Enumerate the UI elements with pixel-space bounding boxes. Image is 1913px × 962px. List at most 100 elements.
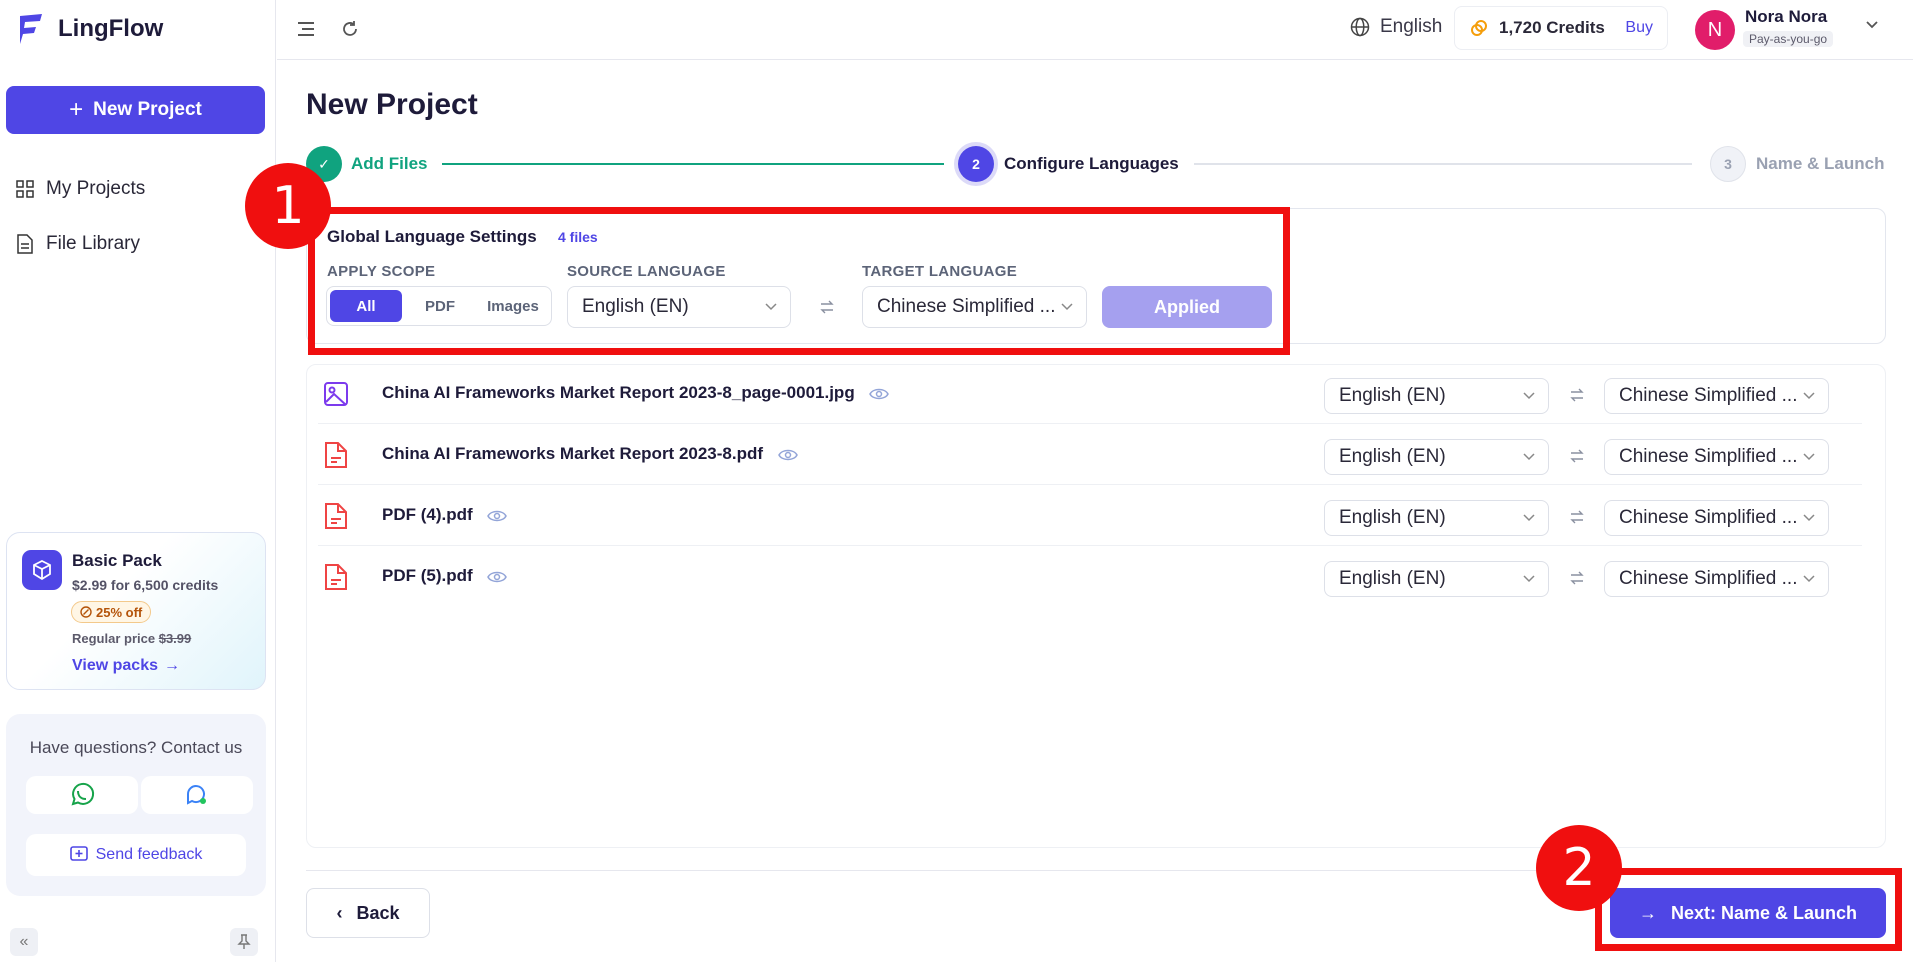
step-3-circle: 3: [1710, 146, 1746, 182]
new-project-button[interactable]: + New Project: [6, 86, 265, 134]
file-name-text: China AI Frameworks Market Report 2023-8…: [382, 383, 855, 402]
promo-title: Basic Pack: [72, 551, 162, 570]
user-plan-badge: Pay-as-you-go: [1743, 31, 1834, 47]
globe-icon: [1350, 17, 1370, 37]
source-language-value: English (EN): [1339, 446, 1446, 467]
source-language-select[interactable]: English (EN): [1324, 378, 1549, 414]
send-feedback-label: Send feedback: [95, 846, 203, 863]
language-selector[interactable]: English: [1350, 16, 1442, 38]
avatar[interactable]: N: [1695, 10, 1735, 50]
pdf-file-icon: [322, 563, 350, 591]
view-packs-label: View packs: [72, 657, 158, 674]
swap-languages-icon[interactable]: [1568, 569, 1586, 587]
regular-price-label: Regular price: [72, 631, 156, 646]
regular-price: Regular price $3.99: [72, 631, 191, 646]
file-name-text: China AI Frameworks Market Report 2023-8…: [382, 444, 764, 463]
annotation-box-1: [308, 207, 1290, 355]
promo-card: Basic Pack $2.99 for 6,500 credits 25% o…: [6, 532, 266, 690]
swap-languages-icon[interactable]: [1568, 386, 1586, 404]
back-button[interactable]: ‹ Back: [306, 888, 430, 938]
chat-button[interactable]: [141, 776, 253, 814]
view-packs-link[interactable]: View packs →: [72, 657, 180, 675]
file-row: PDF (5).pdf English (EN) Chinese Simplif…: [318, 547, 1862, 607]
eye-icon[interactable]: [869, 387, 890, 401]
target-language-value: Chinese Simplified ...: [1619, 568, 1798, 589]
annotation-marker-1: 1: [245, 163, 331, 249]
pin-sidebar-button[interactable]: [230, 928, 258, 956]
collapse-sidebar-button[interactable]: «: [10, 928, 38, 956]
step-2-circle: 2: [958, 146, 994, 182]
swap-languages-icon[interactable]: [1568, 508, 1586, 526]
chevron-down-icon: [1523, 575, 1535, 583]
credits-widget: 1,720 Credits Buy: [1454, 6, 1668, 50]
target-language-select[interactable]: Chinese Simplified ...: [1604, 439, 1829, 475]
chevron-left-icon: ‹: [336, 902, 343, 923]
step-connector-done: [442, 163, 944, 165]
plus-icon: +: [69, 96, 84, 123]
chevron-down-icon: [1803, 453, 1815, 461]
chevron-down-icon: [1803, 575, 1815, 583]
app-logo[interactable]: LingFlow: [16, 12, 163, 46]
source-language-select[interactable]: English (EN): [1324, 500, 1549, 536]
file-name-text: PDF (5).pdf: [382, 566, 473, 585]
file-name: China AI Frameworks Market Report 2023-8…: [382, 444, 798, 464]
file-row: PDF (4).pdf English (EN) Chinese Simplif…: [318, 486, 1862, 546]
whatsapp-icon: [71, 782, 95, 806]
swap-languages-icon[interactable]: [1568, 447, 1586, 465]
feedback-icon: [69, 846, 88, 861]
top-header: English 1,720 Credits Buy N Nora Nora Pa…: [277, 0, 1913, 60]
arrow-right-icon: →: [163, 657, 180, 674]
credits-value: 1,720 Credits: [1499, 18, 1605, 37]
target-language-value: Chinese Simplified ...: [1619, 507, 1798, 528]
send-feedback-button[interactable]: Send feedback: [26, 834, 246, 876]
annotation-marker-2: 2: [1536, 825, 1622, 911]
file-name: PDF (4).pdf: [382, 505, 508, 525]
contact-title: Have questions? Contact us: [29, 738, 243, 757]
annotation-box-2: [1595, 868, 1902, 951]
step-2-label: Configure Languages: [1004, 154, 1179, 173]
discount-icon: [80, 606, 92, 618]
contact-card: Have questions? Contact us Send feedback: [6, 714, 266, 896]
sidebar: LingFlow + New Project My Projects File …: [0, 0, 276, 962]
eye-icon[interactable]: [487, 570, 508, 584]
sidebar-item-label: My Projects: [46, 178, 146, 199]
chevron-down-icon: [1523, 514, 1535, 522]
target-language-value: Chinese Simplified ...: [1619, 385, 1798, 406]
promo-price: $2.99 for 6,500 credits: [72, 577, 219, 593]
source-language-select[interactable]: English (EN): [1324, 561, 1549, 597]
buy-credits-button[interactable]: Buy: [1625, 19, 1653, 37]
file-name: China AI Frameworks Market Report 2023-8…: [382, 383, 890, 403]
refresh-icon[interactable]: [339, 18, 361, 40]
target-language-select[interactable]: Chinese Simplified ...: [1604, 500, 1829, 536]
chevron-down-icon: [1523, 392, 1535, 400]
chevron-down-icon: [1803, 392, 1815, 400]
sidebar-item-label: File Library: [46, 233, 140, 254]
regular-price-value: $3.99: [158, 631, 192, 646]
eye-icon[interactable]: [487, 509, 508, 523]
language-label: English: [1380, 16, 1443, 37]
source-language-select[interactable]: English (EN): [1324, 439, 1549, 475]
page-title: New Project: [306, 88, 478, 121]
source-language-value: English (EN): [1339, 385, 1446, 406]
discount-label: 25% off: [96, 604, 143, 620]
user-name[interactable]: Nora Nora: [1745, 7, 1827, 27]
sidebar-item-my-projects[interactable]: My Projects: [16, 178, 145, 200]
eye-icon[interactable]: [777, 448, 798, 462]
chevron-down-icon: [1523, 453, 1535, 461]
chevron-down-icon: [1803, 514, 1815, 522]
whatsapp-button[interactable]: [26, 776, 138, 814]
chat-icon: [187, 785, 206, 805]
coins-icon: [1471, 20, 1487, 36]
menu-toggle-icon[interactable]: [295, 18, 317, 40]
chevron-down-icon[interactable]: [1865, 20, 1879, 30]
app-name: LingFlow: [58, 15, 164, 42]
target-language-select[interactable]: Chinese Simplified ...: [1604, 378, 1829, 414]
pdf-file-icon: [322, 441, 350, 469]
document-icon: [17, 234, 33, 254]
double-chevron-left-icon: «: [19, 933, 29, 950]
target-language-select[interactable]: Chinese Simplified ...: [1604, 561, 1829, 597]
target-language-value: Chinese Simplified ...: [1619, 446, 1798, 467]
source-language-value: English (EN): [1339, 507, 1446, 528]
lingflow-logo-icon: [20, 14, 42, 44]
sidebar-item-file-library[interactable]: File Library: [16, 233, 140, 255]
